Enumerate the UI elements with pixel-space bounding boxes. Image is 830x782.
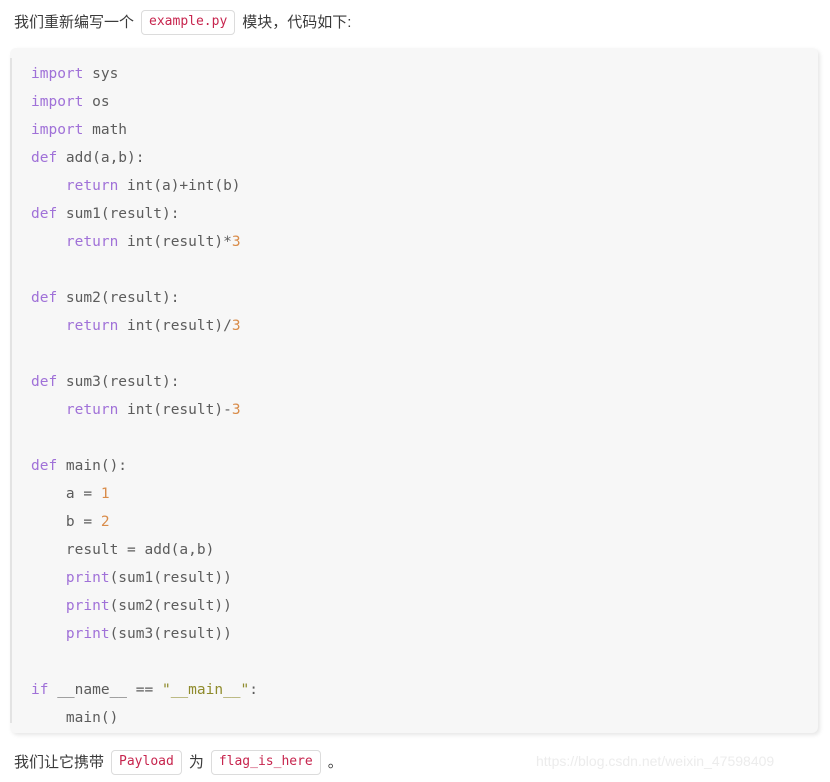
code-token: int(result)- bbox=[118, 402, 232, 418]
code-token: if bbox=[31, 682, 49, 698]
code-token: def bbox=[31, 374, 58, 390]
code-token: return bbox=[65, 318, 119, 334]
code-token: : bbox=[249, 682, 259, 698]
code-token: math bbox=[83, 122, 128, 138]
outro-text-after: 。 bbox=[327, 753, 343, 771]
code-token: b = bbox=[31, 514, 101, 530]
code-token: import bbox=[31, 94, 84, 110]
code-line: import math bbox=[31, 116, 810, 144]
code-token: int(result)* bbox=[118, 234, 232, 250]
code-line: def sum1(result): bbox=[31, 200, 810, 228]
code-token: __name__ == bbox=[48, 682, 162, 698]
watermark: https://blog.csdn.net/weixin_47598409 bbox=[536, 753, 775, 769]
code-token: "__main__" bbox=[161, 682, 250, 698]
code-line: b = 2 bbox=[31, 508, 810, 536]
code-token: 3 bbox=[231, 318, 241, 334]
intro-text-before: 我们重新编写一个 bbox=[14, 13, 135, 31]
code-token: print bbox=[65, 626, 110, 642]
code-token: 3 bbox=[231, 234, 241, 250]
code-token: os bbox=[83, 94, 110, 110]
code-line: import os bbox=[31, 88, 810, 116]
inline-code-chip-flag: flag_is_here bbox=[210, 750, 321, 775]
code-line: print(sum1(result)) bbox=[31, 564, 810, 592]
intro-text-after: 模块，代码如下: bbox=[242, 13, 352, 31]
code-line: result = add(a,b) bbox=[31, 536, 810, 564]
code-token: sum2(result): bbox=[57, 290, 180, 306]
code-line: print(sum2(result)) bbox=[31, 592, 810, 620]
outro-text-before: 我们让它携带 bbox=[14, 753, 105, 771]
code-token: def bbox=[31, 206, 58, 222]
code-token: (sum3(result)) bbox=[109, 626, 232, 642]
code-token: return bbox=[65, 402, 119, 418]
intro-paragraph: 我们重新编写一个 example.py 模块，代码如下: bbox=[14, 10, 351, 35]
code-token: main() bbox=[31, 710, 119, 726]
code-token: int(result)/ bbox=[118, 318, 232, 334]
outro-text-middle: 为 bbox=[188, 753, 204, 771]
code-token: return bbox=[65, 234, 119, 250]
code-token: 3 bbox=[231, 402, 241, 418]
code-token: import bbox=[31, 66, 84, 82]
code-line: return int(result)-3 bbox=[31, 396, 810, 424]
code-line: print(sum3(result)) bbox=[31, 620, 810, 648]
code-token: (sum2(result)) bbox=[109, 598, 232, 614]
code-token: (sum1(result)) bbox=[109, 570, 232, 586]
code-block[interactable]: import sys import os import math def add(a,… bbox=[10, 48, 818, 733]
code-line: main() bbox=[31, 704, 810, 732]
code-token: def bbox=[31, 290, 58, 306]
code-token: return bbox=[65, 178, 119, 194]
code-line: import sys bbox=[31, 60, 810, 88]
code-line: def sum3(result): bbox=[31, 368, 810, 396]
code-token: sum1(result): bbox=[57, 206, 180, 222]
code-token: print bbox=[65, 598, 110, 614]
code-token: def bbox=[31, 458, 58, 474]
code-line: return int(a)+int(b) bbox=[31, 172, 810, 200]
code-line: return int(result)/3 bbox=[31, 312, 810, 340]
inline-code-chip-payload: Payload bbox=[111, 750, 182, 775]
code-token: a = bbox=[31, 486, 101, 502]
code-token: 1 bbox=[100, 486, 110, 502]
code-line: def main(): bbox=[31, 452, 810, 480]
code-token: sys bbox=[83, 66, 119, 82]
code-token: sum3(result): bbox=[57, 374, 180, 390]
code-line: if __name__ == "__main__": bbox=[31, 676, 810, 704]
code-token: def bbox=[31, 150, 58, 166]
code-token: 2 bbox=[100, 514, 110, 530]
code-token: print bbox=[65, 570, 110, 586]
code-line: a = 1 bbox=[31, 480, 810, 508]
code-content[interactable]: import sys import os import math def add(a,… bbox=[31, 60, 810, 732]
code-token: import bbox=[31, 122, 84, 138]
code-line: def add(a,b): bbox=[31, 144, 810, 172]
code-line: return int(result)*3 bbox=[31, 228, 810, 256]
code-token: int(a)+int(b) bbox=[118, 178, 241, 194]
code-token: main(): bbox=[57, 458, 128, 474]
outro-paragraph: 我们让它携带 Payload 为 flag_is_here 。 bbox=[14, 750, 343, 775]
inline-code-chip-example-py: example.py bbox=[141, 10, 236, 35]
code-token: add(a,b): bbox=[57, 150, 145, 166]
code-token: result = add(a,b) bbox=[31, 542, 215, 558]
code-line: def sum2(result): bbox=[31, 284, 810, 312]
